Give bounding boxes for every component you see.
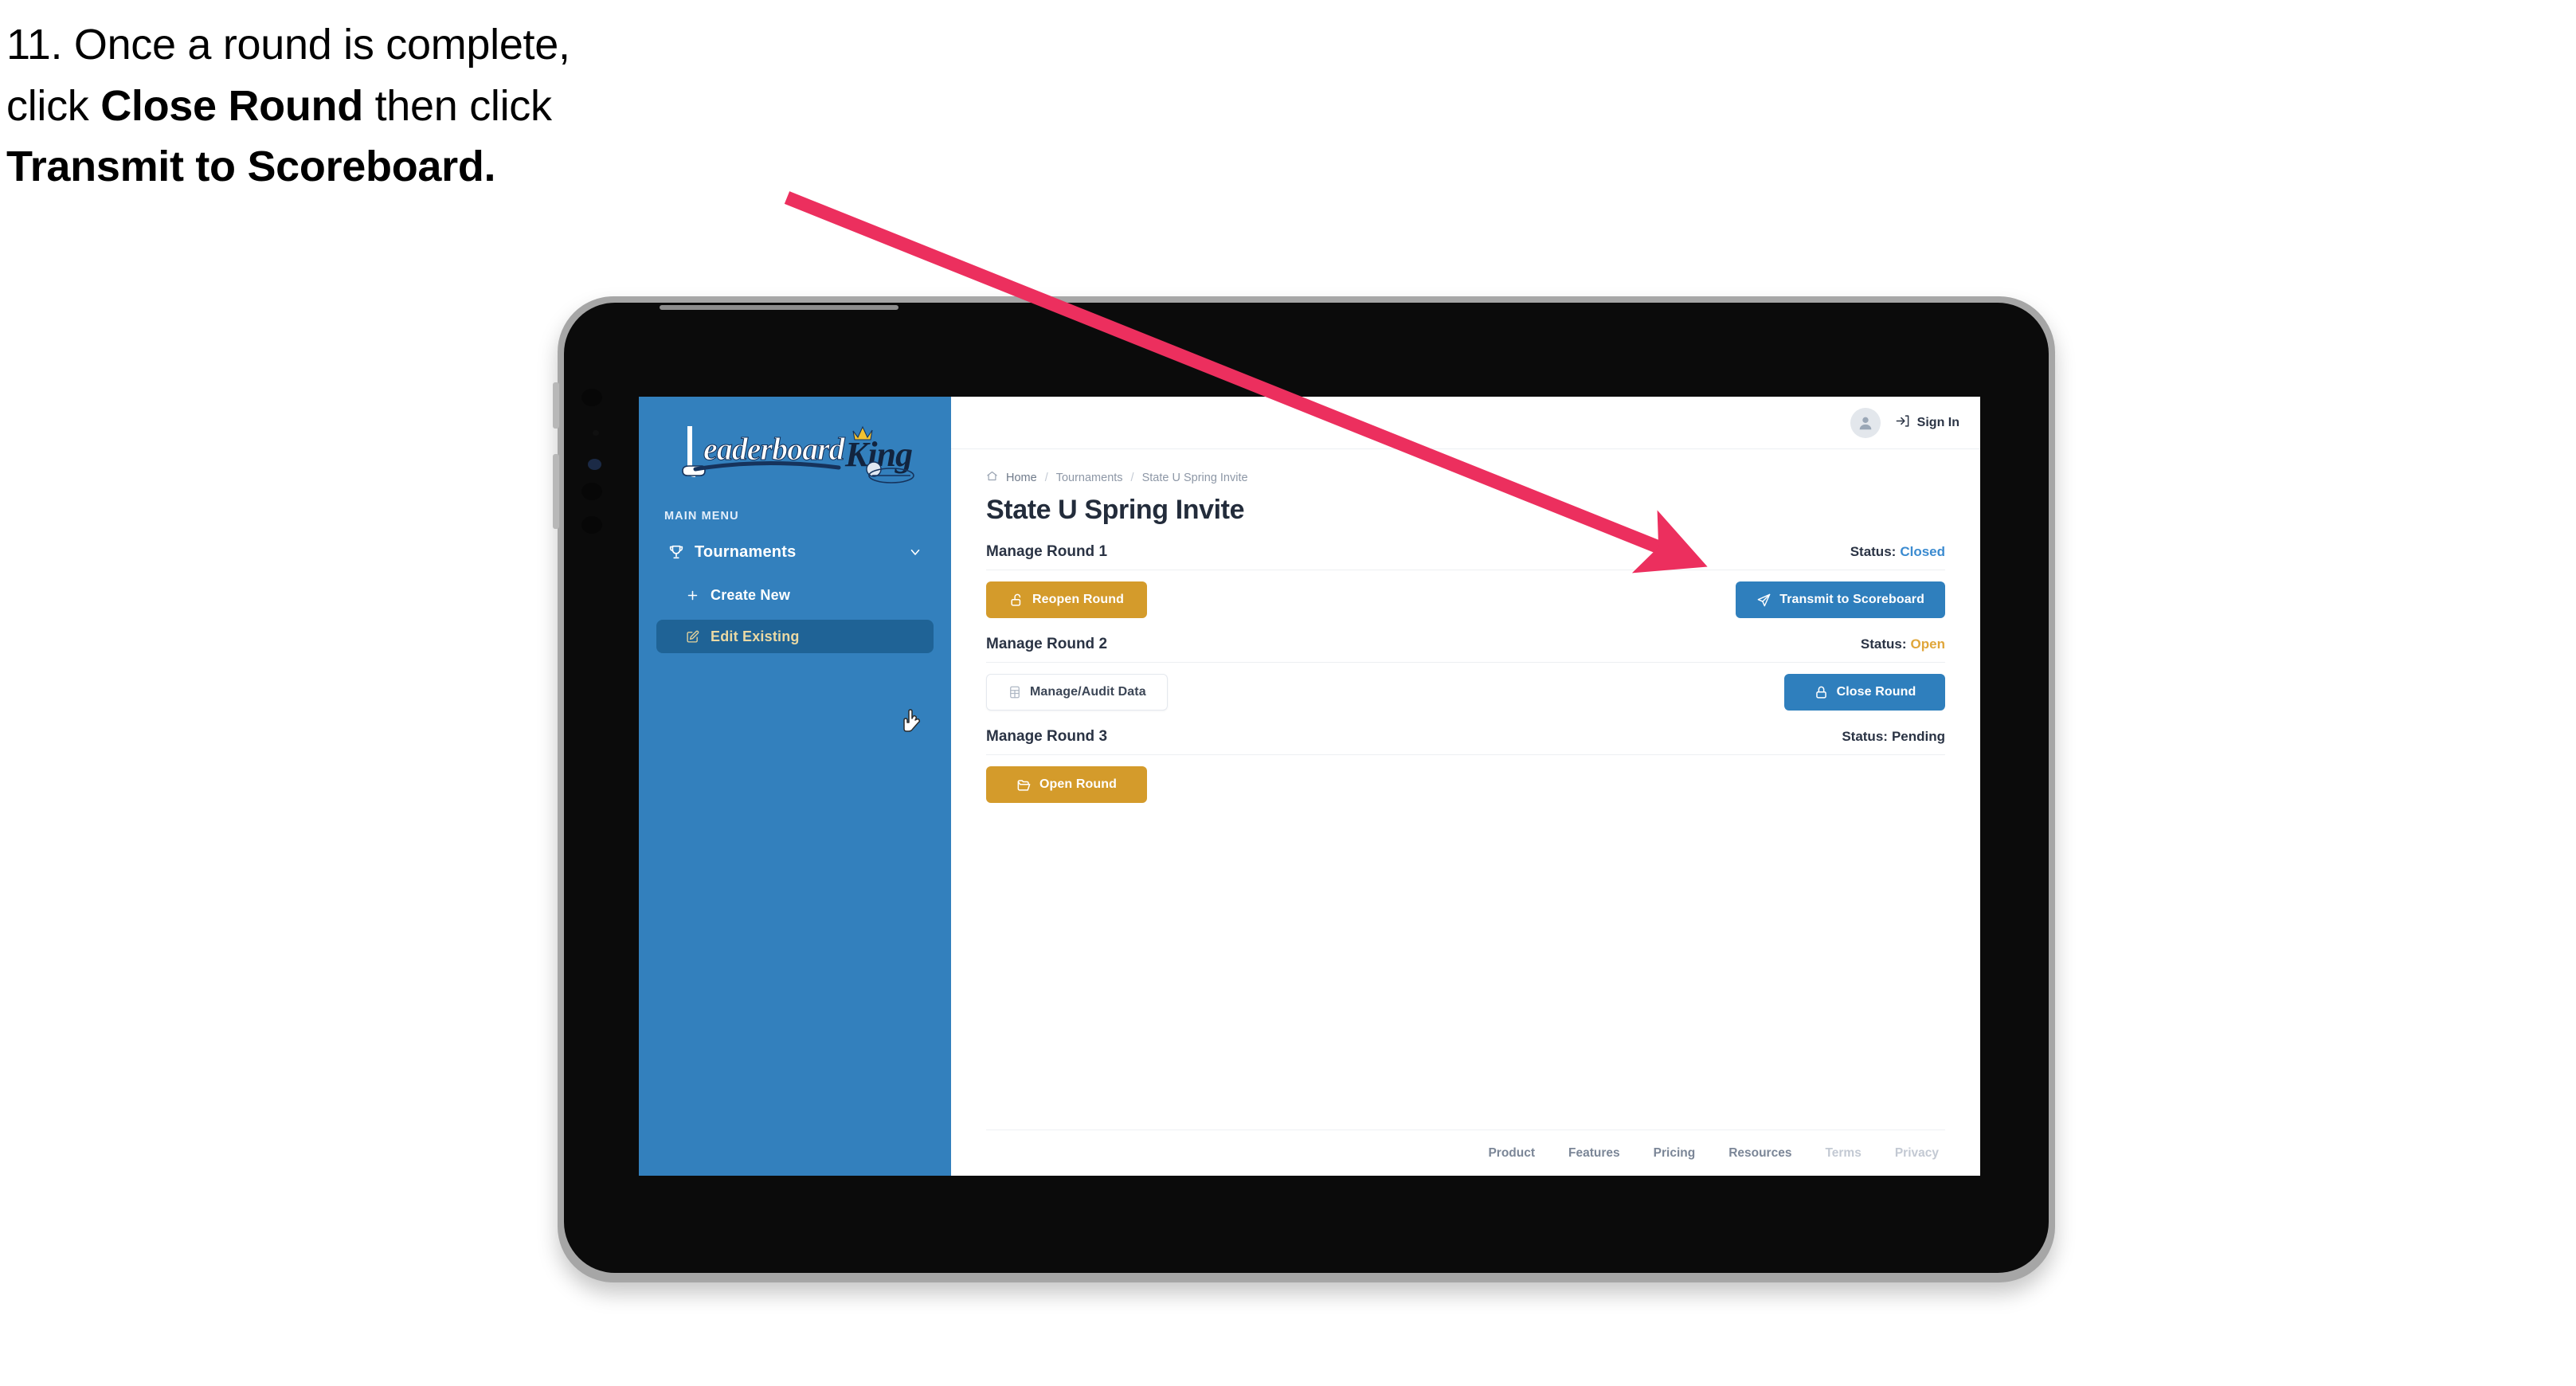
- caption-line2-bold: Close Round: [100, 81, 363, 130]
- tablet-volume-down-button[interactable]: [553, 454, 559, 529]
- screenshot-root: 11. Once a round is complete, click Clos…: [0, 0, 2576, 1386]
- footer-link-privacy[interactable]: Privacy: [1895, 1146, 1939, 1161]
- sidebar: eaderboard King MAIN MENU Tournaments Cr…: [639, 397, 951, 1176]
- status-badge: Status: Closed: [1850, 544, 1945, 560]
- breadcrumb: Home / Tournaments / State U Spring Invi…: [986, 470, 1945, 485]
- round-name: Manage Round 1: [986, 543, 1108, 560]
- sidebar-item-create-new[interactable]: Create New: [656, 578, 934, 612]
- instruction-caption: 11. Once a round is complete, click Clos…: [6, 14, 867, 198]
- lock-icon: [1814, 685, 1829, 700]
- round-section-3: Manage Round 3 Status: Pending Open Round: [986, 728, 1945, 803]
- tablet-camera-icon: [581, 389, 602, 406]
- tablet-volume-up-button[interactable]: [553, 382, 559, 429]
- status-label: Status:: [1850, 544, 1897, 559]
- footer-nav: Product Features Pricing Resources Terms…: [986, 1130, 1945, 1176]
- user-avatar-icon[interactable]: [1850, 407, 1881, 438]
- sidebar-item-label: Edit Existing: [711, 628, 800, 644]
- caption-line2-post: then click: [362, 81, 552, 130]
- round-actions: Open Round: [986, 766, 1945, 803]
- status-badge: Status: Open: [1861, 636, 1945, 652]
- trophy-icon: [666, 542, 687, 562]
- transmit-to-scoreboard-button[interactable]: Transmit to Scoreboard: [1736, 581, 1945, 618]
- chevron-down-icon[interactable]: [906, 543, 924, 561]
- round-section-2: Manage Round 2 Status: Open Manage/Audit …: [986, 636, 1945, 711]
- top-bar: Sign In: [951, 397, 1980, 449]
- sign-in-label: Sign In: [1916, 415, 1959, 429]
- caption-line-1: 11. Once a round is complete,: [6, 21, 570, 69]
- breadcrumb-separator: /: [1044, 471, 1048, 484]
- footer-link-product[interactable]: Product: [1488, 1146, 1535, 1161]
- status-label: Status:: [1860, 636, 1907, 652]
- round-actions: Reopen Round Transmit to Scoreboard: [986, 581, 1945, 618]
- home-icon[interactable]: [986, 470, 998, 485]
- sidebar-section-label: MAIN MENU: [664, 510, 739, 523]
- tablet-mic-icon: [581, 483, 602, 500]
- plus-icon: [683, 586, 701, 604]
- manage-audit-data-button[interactable]: Manage/Audit Data: [986, 674, 1168, 711]
- reopen-round-button[interactable]: Reopen Round: [986, 581, 1147, 618]
- footer-link-pricing[interactable]: Pricing: [1654, 1146, 1696, 1161]
- page-title: State U Spring Invite: [986, 495, 1245, 525]
- status-value: Closed: [1900, 544, 1945, 559]
- tablet-sensor-icon: [593, 430, 599, 436]
- sign-in-button[interactable]: Sign In: [1895, 413, 1959, 433]
- status-value: Open: [1910, 636, 1945, 652]
- button-label: Transmit to Scoreboard: [1779, 593, 1924, 606]
- button-label: Reopen Round: [1032, 593, 1124, 606]
- leaderboardking-logo-icon: eaderboard King: [682, 425, 914, 484]
- table-grid-icon: [1008, 685, 1022, 699]
- mouse-cursor-pointer-icon: [903, 709, 921, 732]
- folder-open-icon: [1016, 777, 1032, 793]
- breadcrumb-separator: /: [1130, 471, 1134, 484]
- sidebar-item-tournaments[interactable]: Tournaments: [656, 534, 934, 570]
- round-header: Manage Round 1 Status: Closed: [986, 543, 1945, 570]
- breadcrumb-item-home[interactable]: Home: [1006, 472, 1037, 484]
- close-round-button[interactable]: Close Round: [1784, 674, 1945, 711]
- caption-line-3: Transmit to Scoreboard.: [6, 136, 867, 198]
- button-label: Manage/Audit Data: [1030, 685, 1146, 699]
- open-round-button[interactable]: Open Round: [986, 766, 1147, 803]
- caption-line3-bold: Transmit to Scoreboard.: [6, 143, 496, 191]
- button-label: Close Round: [1836, 685, 1916, 699]
- login-arrow-icon: [1895, 413, 1910, 433]
- round-section-1: Manage Round 1 Status: Closed Reopen Roun…: [986, 543, 1945, 618]
- tablet-screen: eaderboard King MAIN MENU Tournaments Cr…: [639, 397, 1980, 1176]
- sidebar-item-label: Tournaments: [695, 542, 797, 561]
- paper-plane-icon: [1756, 593, 1771, 608]
- footer-link-features[interactable]: Features: [1568, 1146, 1620, 1161]
- sidebar-item-label: Create New: [711, 586, 791, 603]
- status-value: Pending: [1891, 729, 1945, 744]
- unlock-icon: [1009, 593, 1024, 608]
- status-label: Status:: [1842, 729, 1888, 744]
- app-logo[interactable]: eaderboard King: [639, 417, 951, 491]
- round-actions: Manage/Audit Data Close Round: [986, 674, 1945, 711]
- main-content: Sign In Home / Tournaments / State U Spr…: [951, 397, 1980, 1176]
- round-name: Manage Round 3: [986, 728, 1108, 745]
- status-badge: Status: Pending: [1842, 729, 1945, 745]
- round-name: Manage Round 2: [986, 636, 1108, 652]
- button-label: Open Round: [1039, 777, 1117, 791]
- footer-link-terms[interactable]: Terms: [1825, 1146, 1861, 1161]
- round-header: Manage Round 3 Status: Pending: [986, 728, 1945, 755]
- caption-line2-pre: click: [6, 81, 101, 130]
- breadcrumb-item-tournaments[interactable]: Tournaments: [1056, 472, 1123, 484]
- tablet-led-indicator-icon: [588, 459, 601, 470]
- sidebar-item-edit-existing[interactable]: Edit Existing: [656, 620, 934, 653]
- page-body: Home / Tournaments / State U Spring Invi…: [951, 449, 1980, 1176]
- tablet-speaker-slit: [660, 305, 898, 310]
- footer-link-resources[interactable]: Resources: [1728, 1146, 1791, 1161]
- tablet-mic-secondary-icon: [581, 516, 602, 534]
- caption-line-2: click Close Round then click: [6, 76, 867, 137]
- round-header: Manage Round 2 Status: Open: [986, 636, 1945, 663]
- breadcrumb-item-current: State U Spring Invite: [1141, 471, 1248, 484]
- edit-square-icon: [683, 628, 701, 645]
